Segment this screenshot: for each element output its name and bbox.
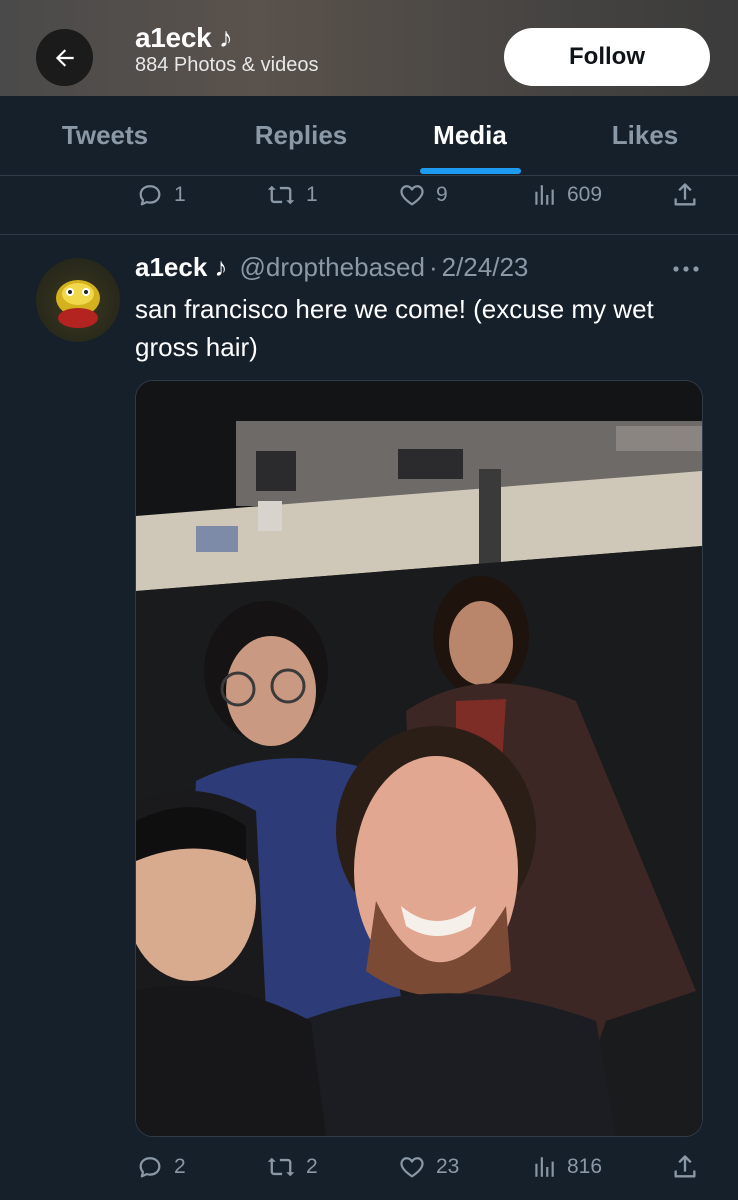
reply-icon bbox=[139, 185, 161, 206]
tweet-share-button[interactable] bbox=[671, 1153, 699, 1181]
tweet-like-button[interactable]: 23 bbox=[398, 1153, 459, 1181]
tab-tweets[interactable]: Tweets bbox=[30, 96, 180, 175]
tweet-divider bbox=[0, 234, 738, 235]
tweet-separator: · bbox=[428, 252, 438, 282]
retweet-button[interactable]: 1 bbox=[266, 181, 318, 209]
like-button[interactable]: 9 bbox=[398, 181, 448, 209]
profile-tabs: Tweets Replies Media Likes bbox=[0, 96, 738, 176]
analytics-icon bbox=[535, 1157, 554, 1177]
tweet-date[interactable]: 2/24/23 bbox=[442, 252, 529, 283]
media-count: 884 Photos & videos bbox=[135, 54, 319, 76]
group-selfie-image bbox=[136, 381, 702, 1136]
views-button[interactable]: 609 bbox=[531, 181, 602, 209]
analytics-icon bbox=[535, 185, 554, 205]
tab-likes[interactable]: Likes bbox=[570, 96, 720, 175]
tweet-header: a1eck ♪ @dropthebased · 2/24/23 bbox=[135, 252, 528, 288]
more-options-button[interactable] bbox=[672, 262, 700, 280]
heart-icon bbox=[400, 185, 424, 206]
tweet-reply-count: 2 bbox=[174, 1155, 186, 1178]
avatar[interactable] bbox=[36, 258, 120, 342]
tab-media[interactable]: Media bbox=[395, 96, 545, 175]
follow-button[interactable]: Follow bbox=[504, 28, 710, 86]
tab-replies[interactable]: Replies bbox=[226, 96, 376, 175]
heart-icon bbox=[400, 1157, 424, 1178]
tweet-reply-button[interactable]: 2 bbox=[136, 1153, 186, 1181]
retweet-icon bbox=[267, 1157, 295, 1177]
share-button[interactable] bbox=[671, 181, 699, 209]
reply-button[interactable]: 1 bbox=[136, 181, 186, 209]
profile-header: a1eck ♪ 884 Photos & videos Follow bbox=[0, 0, 738, 96]
retweet-count: 1 bbox=[306, 183, 318, 206]
profile-name: a1eck ♪ bbox=[135, 22, 233, 53]
tweet-text: san francisco here we come! (excuse my w… bbox=[135, 294, 654, 362]
views-count: 609 bbox=[567, 183, 603, 206]
arrow-left-icon bbox=[55, 48, 74, 67]
tweet-like-count: 23 bbox=[436, 1155, 460, 1178]
avatar-image bbox=[56, 280, 100, 328]
retweet-icon bbox=[267, 185, 295, 205]
tweet-retweet-count: 2 bbox=[306, 1155, 318, 1178]
tweet-photo[interactable] bbox=[135, 380, 703, 1137]
tweet-retweet-button[interactable]: 2 bbox=[266, 1153, 318, 1181]
reply-count: 1 bbox=[174, 183, 186, 206]
like-count: 9 bbox=[436, 183, 448, 206]
share-icon bbox=[674, 183, 696, 206]
share-icon bbox=[674, 1155, 696, 1178]
back-button[interactable] bbox=[36, 29, 93, 86]
tweet-views-button[interactable]: 816 bbox=[531, 1153, 602, 1181]
tweet-author-handle[interactable]: @dropthebased bbox=[240, 252, 425, 283]
more-icon bbox=[673, 266, 699, 272]
reply-icon bbox=[139, 1157, 161, 1178]
tweet-author-name[interactable]: a1eck ♪ bbox=[135, 252, 228, 283]
tweet-views-count: 816 bbox=[567, 1155, 603, 1178]
active-tab-indicator bbox=[420, 168, 521, 174]
